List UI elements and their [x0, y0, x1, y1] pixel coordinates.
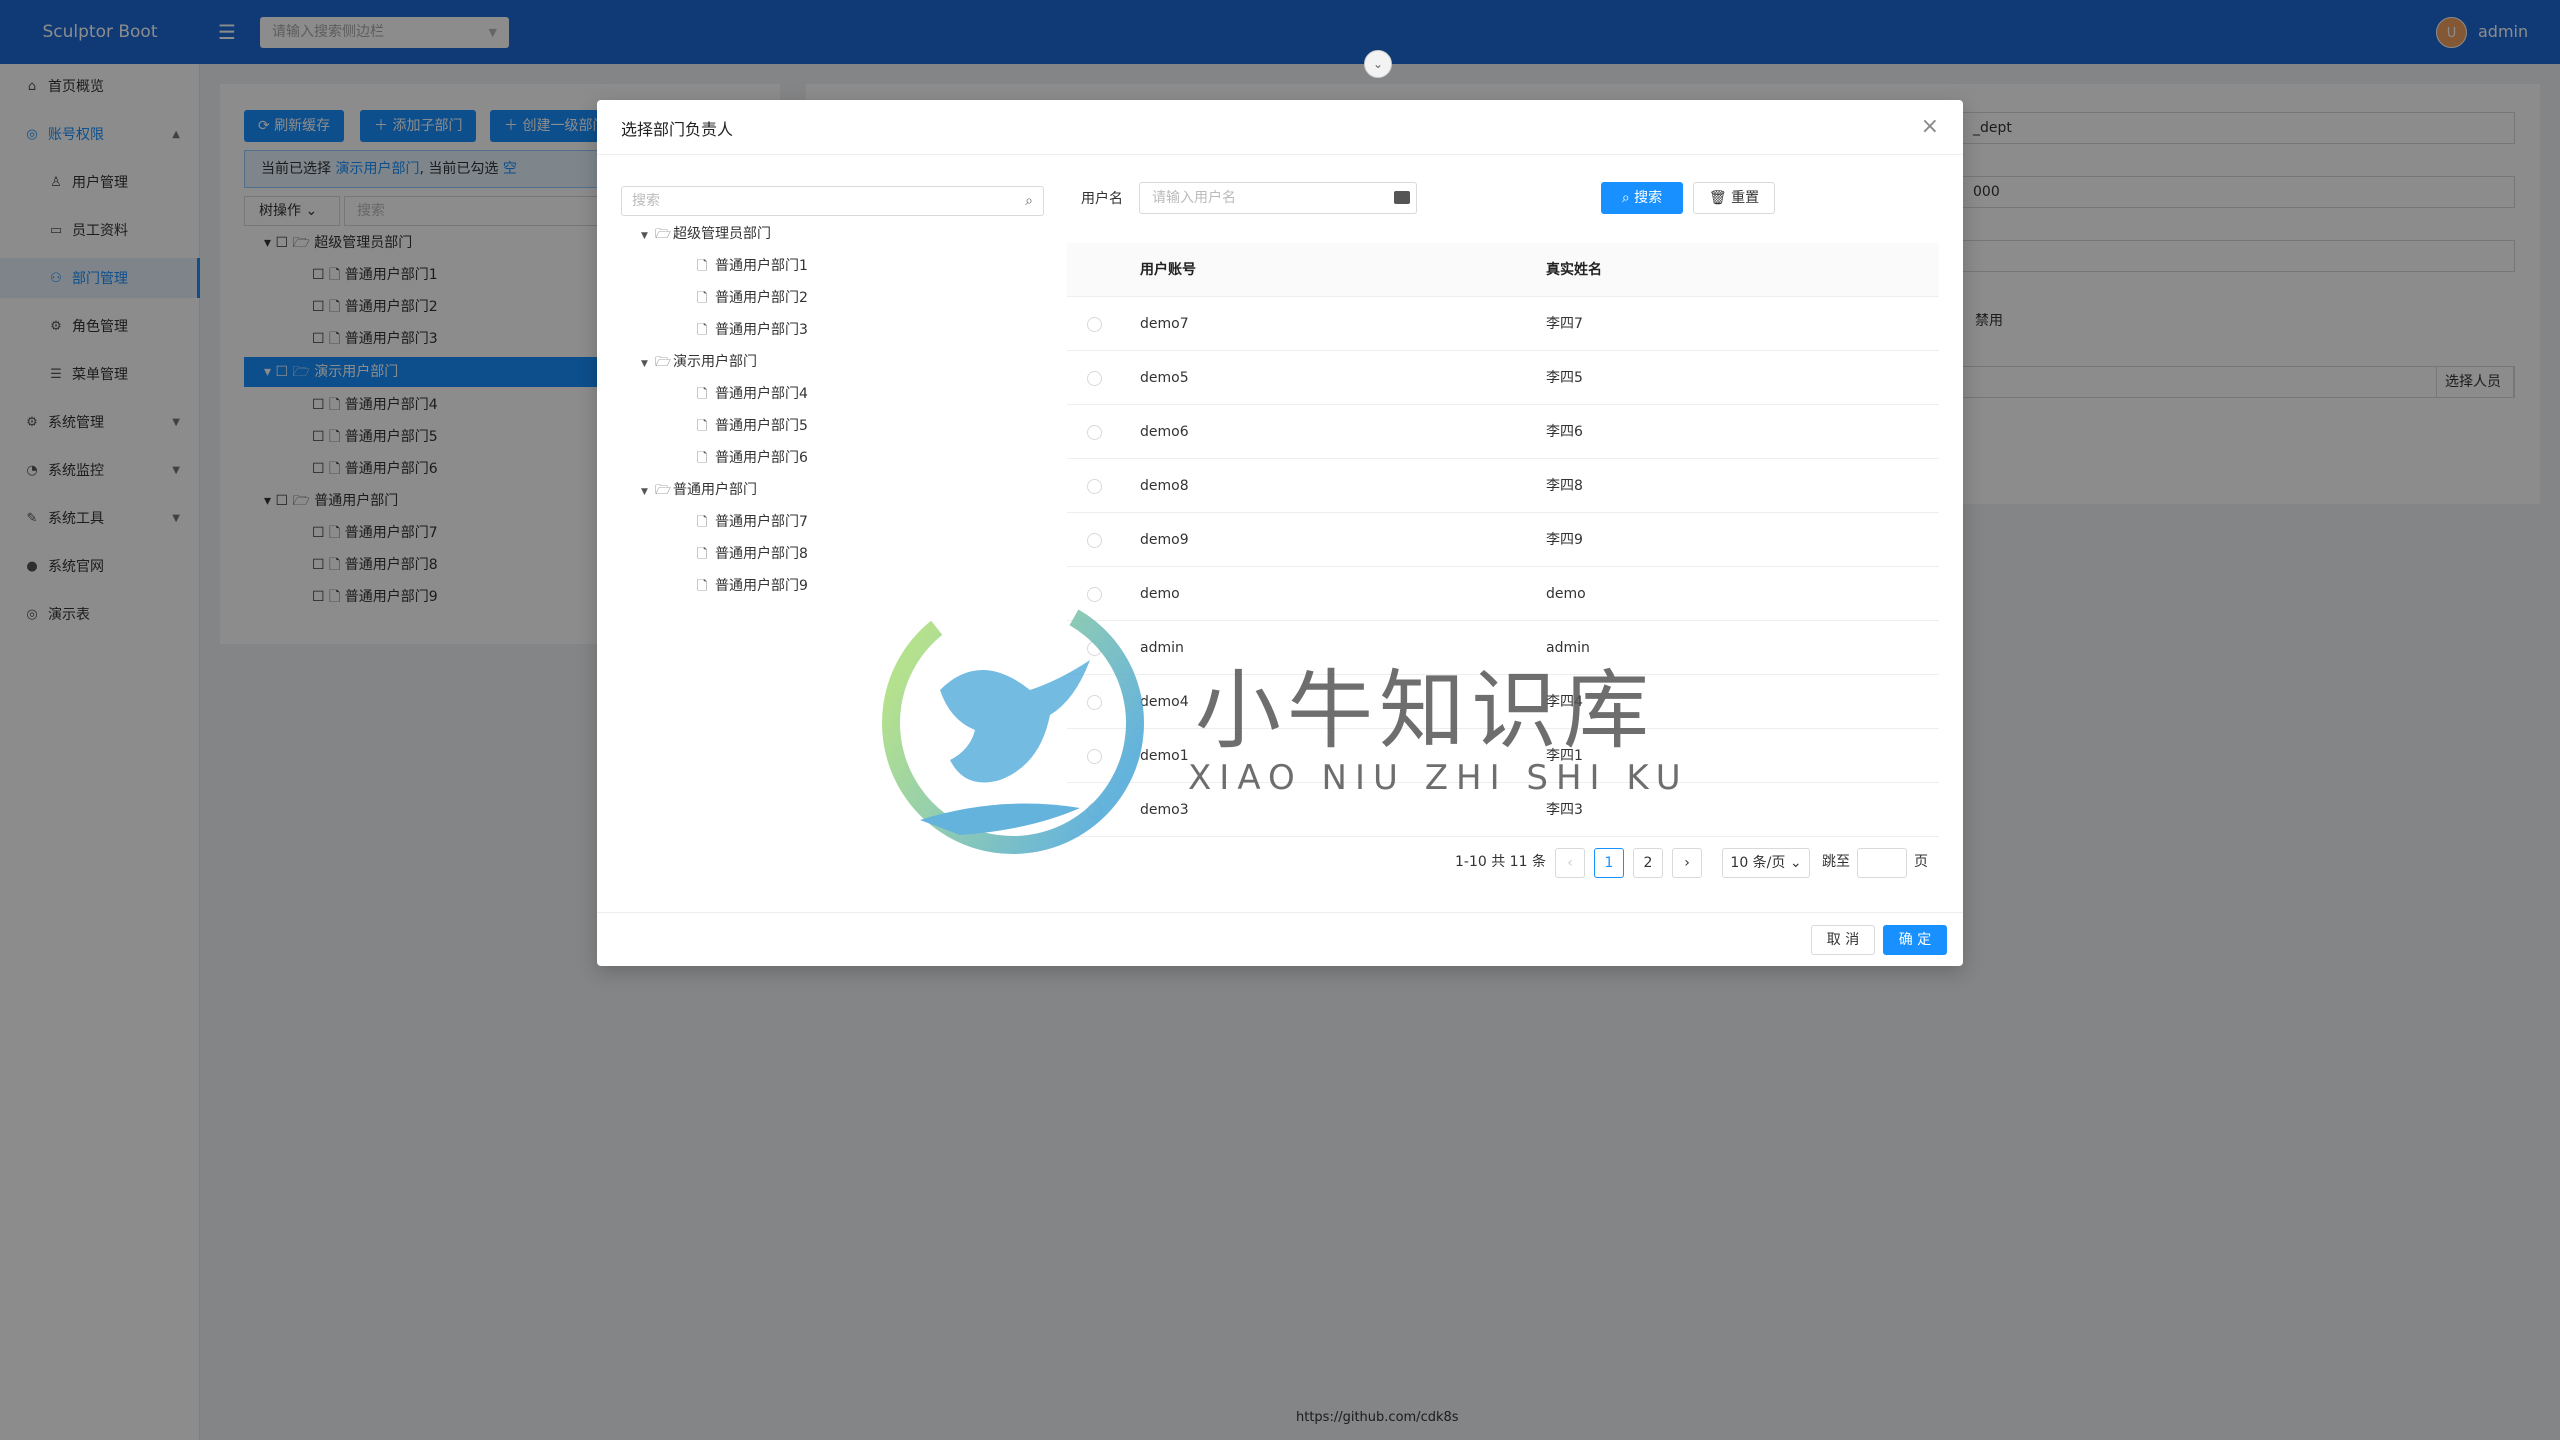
tree-node-label: 普通用户部门1 [715, 258, 808, 274]
file-icon: 🗋 [697, 451, 708, 466]
keyboard-icon [1394, 191, 1410, 204]
tree-node-label: 普通用户部门2 [715, 290, 808, 306]
table-row[interactable]: demo9 李四9 [1067, 513, 1939, 567]
search-icon: ⌕ [1621, 190, 1630, 206]
jump-label: 跳至 [1822, 854, 1850, 870]
table-row[interactable]: demo5 李四5 [1067, 351, 1939, 405]
table-row[interactable]: demo8 李四8 [1067, 459, 1939, 513]
reset-button-label: 重置 [1731, 190, 1760, 206]
tree-node[interactable]: 🗋 普通用户部门6 [697, 443, 808, 473]
page-size-select[interactable]: 10 条/页 ⌄ [1722, 848, 1810, 878]
tree-node-label: 普通用户部门7 [715, 514, 808, 530]
tree-node[interactable]: 🗋 普通用户部门5 [697, 411, 808, 441]
tree-node-label: 普通用户部门6 [715, 450, 808, 466]
tree-node[interactable]: ▼ 🗁 演示用户部门 [641, 347, 757, 377]
tree-node[interactable]: 🗋 普通用户部门1 [697, 251, 808, 281]
column-header-realname[interactable]: 真实姓名 [1546, 243, 1602, 297]
cell-account: demo8 [1140, 478, 1189, 494]
caret-down-icon: ▼ [641, 487, 648, 497]
username-label: 用户名 [1081, 191, 1123, 207]
tree-node[interactable]: 🗋 普通用户部门4 [697, 379, 808, 409]
file-icon: 🗋 [697, 579, 708, 594]
caret-down-icon: ▼ [641, 231, 648, 241]
tree-node[interactable]: 🗋 普通用户部门8 [697, 539, 808, 569]
search-icon: ⌕ [1025, 193, 1033, 209]
cell-account: demo7 [1140, 316, 1189, 332]
search-button[interactable]: ⌕ 搜索 [1601, 182, 1683, 214]
modal-title: 选择部门负责人 [621, 120, 734, 139]
file-icon: 🗋 [697, 291, 708, 306]
tree-node[interactable]: ▼ 🗁 普通用户部门 [641, 475, 757, 505]
watermark: 小牛知识库 XIAO NIU ZHI SHI KU [880, 590, 1690, 860]
delete-icon: 🗑 [1708, 190, 1727, 206]
row-radio[interactable] [1087, 317, 1102, 332]
cell-realname: 李四6 [1546, 424, 1583, 440]
file-icon: 🗋 [697, 323, 708, 338]
tree-node-label: 超级管理员部门 [673, 226, 771, 242]
username-input[interactable]: 请输入用户名 [1139, 182, 1417, 214]
caret-down-icon: ▼ [641, 359, 648, 369]
cell-account: demo9 [1140, 532, 1189, 548]
modal-header-divider [597, 154, 1963, 155]
folder-open-icon: 🗁 [655, 355, 672, 370]
table-row[interactable]: demo6 李四6 [1067, 405, 1939, 459]
file-icon: 🗋 [697, 547, 708, 562]
cell-realname: 李四9 [1546, 532, 1583, 548]
folder-open-icon: 🗁 [655, 227, 672, 242]
table-row[interactable]: demo7 李四7 [1067, 297, 1939, 351]
tree-search-placeholder: 搜索 [632, 193, 660, 209]
page-unit: 页 [1914, 854, 1928, 870]
cell-realname: 李四8 [1546, 478, 1583, 494]
tree-node[interactable]: ▼ 🗁 超级管理员部门 [641, 219, 771, 249]
tree-node[interactable]: 🗋 普通用户部门2 [697, 283, 808, 313]
jump-input[interactable] [1857, 848, 1907, 878]
file-icon: 🗋 [697, 387, 708, 402]
tree-node-label: 普通用户部门8 [715, 546, 808, 562]
cell-realname: 李四7 [1546, 316, 1583, 332]
close-icon[interactable]: × [1921, 114, 1939, 139]
watermark-cn: 小牛知识库 [1195, 661, 1655, 761]
watermark-en: XIAO NIU ZHI SHI KU [1188, 758, 1689, 798]
tree-node-label: 普通用户部门3 [715, 322, 808, 338]
tree-node-label: 演示用户部门 [673, 354, 757, 370]
modal-tree-search-input[interactable]: 搜索 ⌕ [621, 186, 1044, 216]
reset-button[interactable]: 🗑 重置 [1693, 182, 1775, 214]
tree-node[interactable]: 🗋 普通用户部门7 [697, 507, 808, 537]
cell-account: demo5 [1140, 370, 1189, 386]
tree-node-label: 普通用户部门4 [715, 386, 808, 402]
tree-node-label: 普通用户部门 [673, 482, 757, 498]
tree-node[interactable]: 🗋 普通用户部门3 [697, 315, 808, 345]
modal-footer-divider [597, 912, 1963, 913]
row-radio[interactable] [1087, 371, 1102, 386]
username-placeholder: 请输入用户名 [1152, 190, 1236, 206]
file-icon: 🗋 [697, 515, 708, 530]
column-header-account[interactable]: 用户账号 [1140, 243, 1196, 297]
table-header: 用户账号 真实姓名 [1067, 243, 1939, 297]
folder-open-icon: 🗁 [655, 483, 672, 498]
row-radio[interactable] [1087, 425, 1102, 440]
cancel-button[interactable]: 取 消 [1811, 925, 1875, 955]
file-icon: 🗋 [697, 419, 708, 434]
ok-button[interactable]: 确 定 [1883, 925, 1947, 955]
cell-realname: 李四5 [1546, 370, 1583, 386]
row-radio[interactable] [1087, 533, 1102, 548]
row-radio[interactable] [1087, 479, 1102, 494]
page-size-label: 10 条/页 [1730, 855, 1786, 871]
tree-node-label: 普通用户部门9 [715, 578, 808, 594]
cell-account: demo6 [1140, 424, 1189, 440]
search-button-label: 搜索 [1634, 190, 1663, 206]
tree-node-label: 普通用户部门5 [715, 418, 808, 434]
tree-node[interactable]: 🗋 普通用户部门9 [697, 571, 808, 601]
collapse-header-icon[interactable]: ⌄ [1364, 50, 1392, 78]
file-icon: 🗋 [697, 259, 708, 274]
